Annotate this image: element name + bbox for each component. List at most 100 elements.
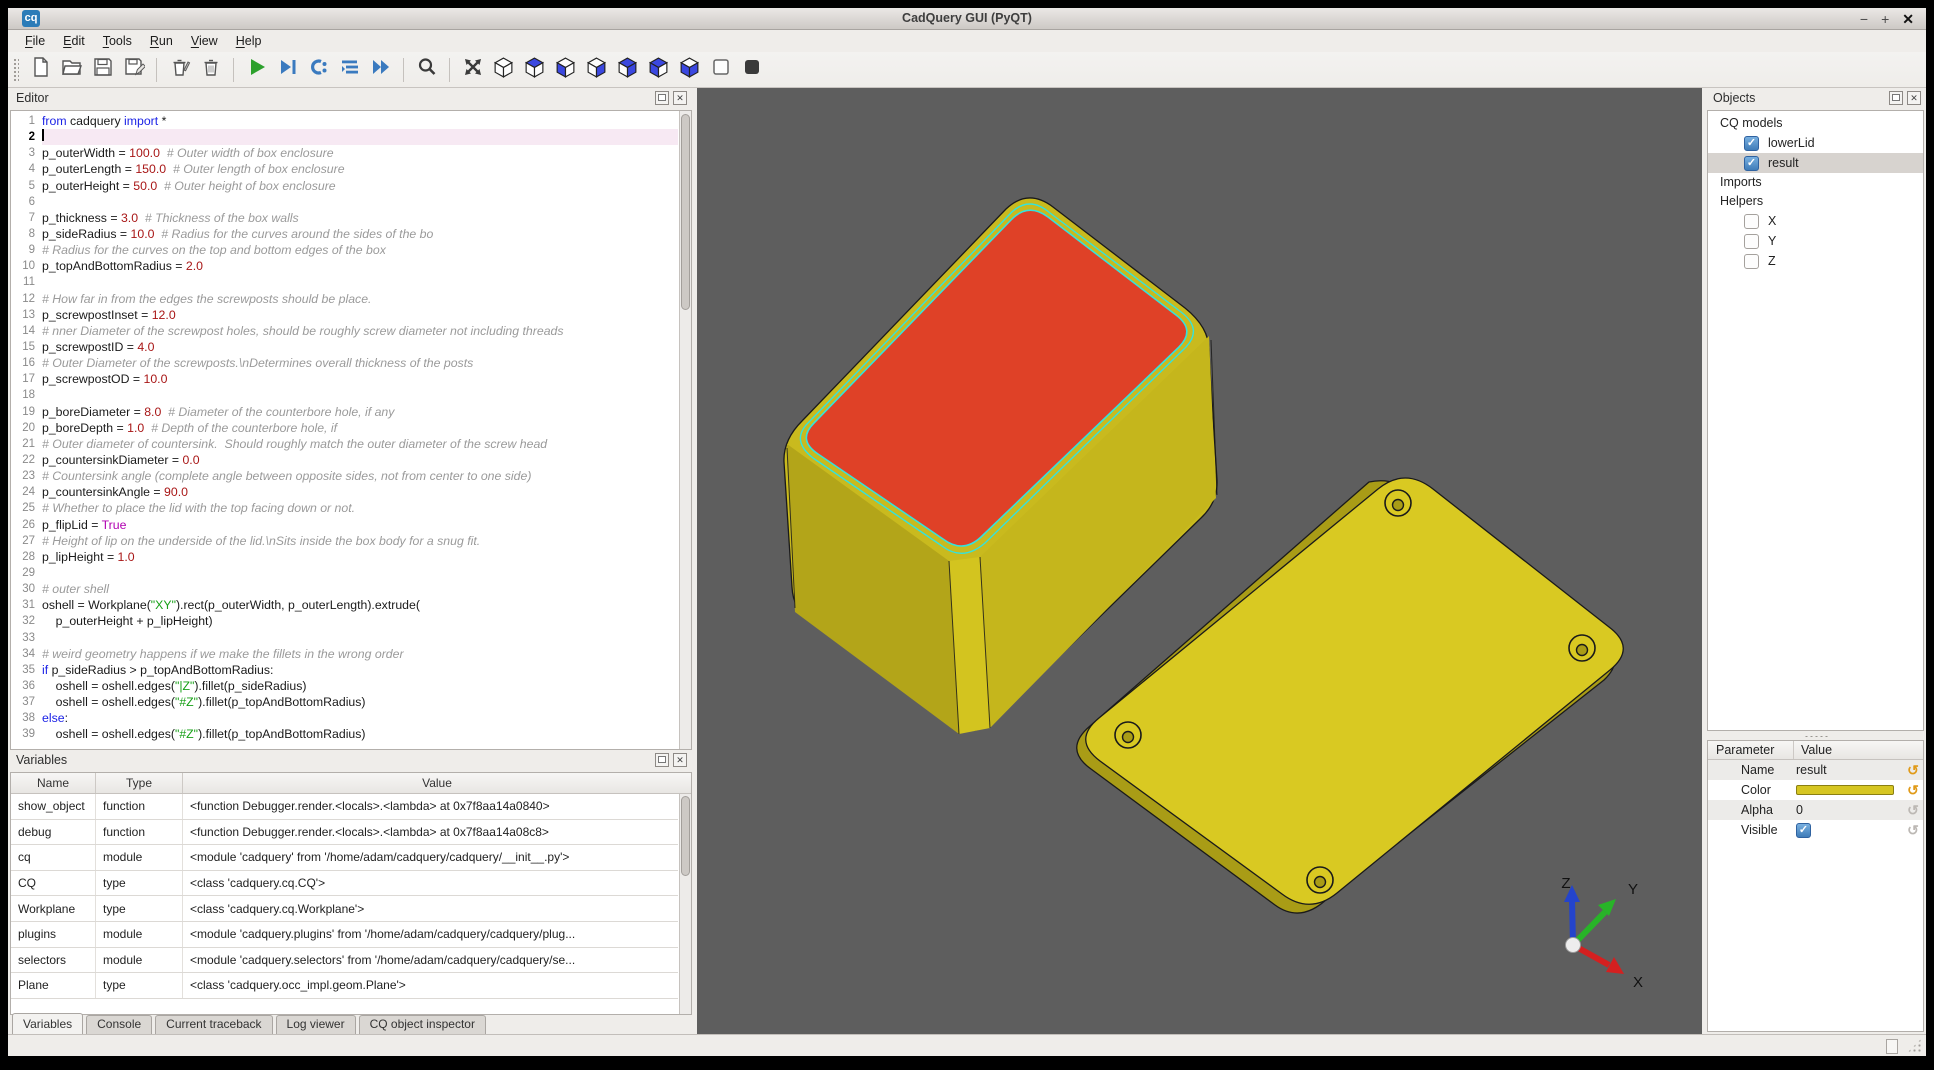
parameter-value[interactable]: result xyxy=(1796,763,1903,777)
titlebar[interactable]: cq CadQuery GUI (PyQT) − + ✕ xyxy=(8,8,1926,30)
variable-row[interactable]: cqmodule<module 'cadquery' from '/home/a… xyxy=(11,845,678,871)
unchecked-checkbox[interactable] xyxy=(1744,214,1759,229)
view-top-button[interactable] xyxy=(521,56,548,83)
visible-checkbox[interactable]: ✓ xyxy=(1796,823,1811,838)
tree-group-imports[interactable]: Imports xyxy=(1708,173,1923,192)
object-item-x[interactable]: X xyxy=(1708,211,1923,231)
close-panel-button[interactable]: ✕ xyxy=(673,91,687,105)
menu-help[interactable]: Help xyxy=(227,32,271,50)
variable-row[interactable]: selectorsmodule<module 'cadquery.selecto… xyxy=(11,948,678,974)
maximize-button[interactable]: + xyxy=(1881,9,1889,29)
float-panel-button[interactable] xyxy=(655,91,669,105)
zoom-search-button[interactable] xyxy=(413,56,440,83)
menu-view[interactable]: View xyxy=(182,32,227,50)
shaded-mode-button[interactable] xyxy=(738,56,765,83)
color-swatch[interactable] xyxy=(1796,785,1894,795)
variable-row[interactable]: Planetype<class 'cadquery.occ_impl.geom.… xyxy=(11,973,678,999)
variables-scrollbar-thumb[interactable] xyxy=(681,796,690,876)
object-item-y[interactable]: Y xyxy=(1708,231,1923,251)
open-file-button[interactable] xyxy=(58,56,85,83)
variables-column-type[interactable]: Type xyxy=(96,773,183,793)
variable-type: type xyxy=(96,896,183,921)
menu-run[interactable]: Run xyxy=(141,32,182,50)
variable-row[interactable]: pluginsmodule<module 'cadquery.plugins' … xyxy=(11,922,678,948)
run-script-button[interactable] xyxy=(243,56,270,83)
code-line: 30# outer shell xyxy=(11,581,678,597)
parameter-row-alpha[interactable]: Alpha0↺ xyxy=(1708,800,1923,820)
variable-value: <module 'cadquery.plugins' from '/home/a… xyxy=(183,922,678,947)
tree-group-cq-models[interactable]: CQ models xyxy=(1708,114,1923,133)
float-panel-button[interactable] xyxy=(655,753,669,767)
checked-checkbox[interactable]: ✓ xyxy=(1744,136,1759,151)
step-into-button[interactable] xyxy=(305,56,332,83)
variable-row[interactable]: CQtype<class 'cadquery.cq.CQ'> xyxy=(11,871,678,897)
parameter-value[interactable]: ✓ xyxy=(1796,823,1903,838)
parameter-row-color[interactable]: Color↺ xyxy=(1708,780,1923,800)
code-line-text: p_screwpostOD = 10.0 xyxy=(42,371,678,387)
variable-row[interactable]: debugfunction<function Debugger.render.<… xyxy=(11,820,678,846)
code-line-text xyxy=(42,274,678,290)
object-item-z[interactable]: Z xyxy=(1708,251,1923,271)
viewport-3d[interactable]: Z Y X xyxy=(697,88,1702,1034)
bottom-tabbar: VariablesConsoleCurrent tracebackLog vie… xyxy=(8,1015,486,1034)
variable-row[interactable]: Workplanetype<class 'cadquery.cq.Workpla… xyxy=(11,896,678,922)
save-as-button[interactable] xyxy=(120,56,147,83)
view-front-button[interactable] xyxy=(583,56,610,83)
undo-icon[interactable]: ↺ xyxy=(1903,803,1923,817)
undo-icon[interactable]: ↺ xyxy=(1903,763,1923,777)
tab-current-traceback[interactable]: Current traceback xyxy=(155,1015,272,1034)
variables-scrollbar[interactable] xyxy=(679,794,691,1014)
unchecked-checkbox[interactable] xyxy=(1744,234,1759,249)
tab-console[interactable]: Console xyxy=(86,1015,152,1034)
tab-log-viewer[interactable]: Log viewer xyxy=(276,1015,356,1034)
resize-grip[interactable] xyxy=(1907,1038,1922,1053)
tab-variables[interactable]: Variables xyxy=(12,1013,83,1034)
undo-icon[interactable]: ↺ xyxy=(1903,783,1923,797)
close-panel-button[interactable]: ✕ xyxy=(1907,91,1921,105)
code-editor[interactable]: 1from cadquery import *23p_outerWidth = … xyxy=(10,110,692,750)
parameter-row-visible[interactable]: Visible✓↺ xyxy=(1708,820,1923,840)
object-item-result[interactable]: ✓result xyxy=(1708,153,1923,173)
undo-icon[interactable]: ↺ xyxy=(1903,823,1923,837)
variable-row[interactable]: show_objectfunction<function Debugger.re… xyxy=(11,794,678,820)
debug-step-button[interactable] xyxy=(274,56,301,83)
tree-group-helpers[interactable]: Helpers xyxy=(1708,192,1923,211)
right-pane-splitter[interactable] xyxy=(1705,733,1926,740)
continue-button[interactable] xyxy=(367,56,394,83)
wireframe-mode-button[interactable] xyxy=(707,56,734,83)
parameter-value[interactable] xyxy=(1796,785,1903,795)
minimize-button[interactable]: − xyxy=(1860,9,1868,29)
view-back-button[interactable] xyxy=(614,56,641,83)
editor-scrollbar[interactable] xyxy=(679,111,691,749)
fit-view-button[interactable] xyxy=(459,56,486,83)
parameter-row-name[interactable]: Nameresult↺ xyxy=(1708,760,1923,780)
code-line-text: # nner Diameter of the screwpost holes, … xyxy=(42,323,678,339)
view-iso-button[interactable] xyxy=(490,56,517,83)
variables-column-value[interactable]: Value xyxy=(183,773,691,793)
result-box-model[interactable] xyxy=(784,198,1217,734)
tab-cq-object-inspector[interactable]: CQ object inspector xyxy=(359,1015,486,1034)
parameter-value[interactable]: 0 xyxy=(1796,803,1903,817)
checked-checkbox[interactable]: ✓ xyxy=(1744,156,1759,171)
variables-column-name[interactable]: Name xyxy=(11,773,96,793)
menu-tools[interactable]: Tools xyxy=(94,32,141,50)
step-over-button[interactable] xyxy=(336,56,363,83)
unchecked-checkbox[interactable] xyxy=(1744,254,1759,269)
float-panel-button[interactable] xyxy=(1889,91,1903,105)
code-line: 36 oshell = oshell.edges("|Z").fillet(p_… xyxy=(11,678,678,694)
view-left-button[interactable] xyxy=(645,56,672,83)
toolbar-drag-handle[interactable] xyxy=(12,57,19,83)
menu-edit[interactable]: Edit xyxy=(54,32,94,50)
object-item-lowerlid[interactable]: ✓lowerLid xyxy=(1708,133,1923,153)
editor-scrollbar-thumb[interactable] xyxy=(681,114,690,310)
line-number: 18 xyxy=(11,387,42,403)
delete-item-button[interactable] xyxy=(166,56,193,83)
view-right-button[interactable] xyxy=(676,56,703,83)
view-bottom-button[interactable] xyxy=(552,56,579,83)
save-button[interactable] xyxy=(89,56,116,83)
trash-button[interactable] xyxy=(197,56,224,83)
menu-file[interactable]: File xyxy=(16,32,54,50)
close-button[interactable]: ✕ xyxy=(1902,9,1914,29)
new-file-button[interactable] xyxy=(27,56,54,83)
close-panel-button[interactable]: ✕ xyxy=(673,753,687,767)
